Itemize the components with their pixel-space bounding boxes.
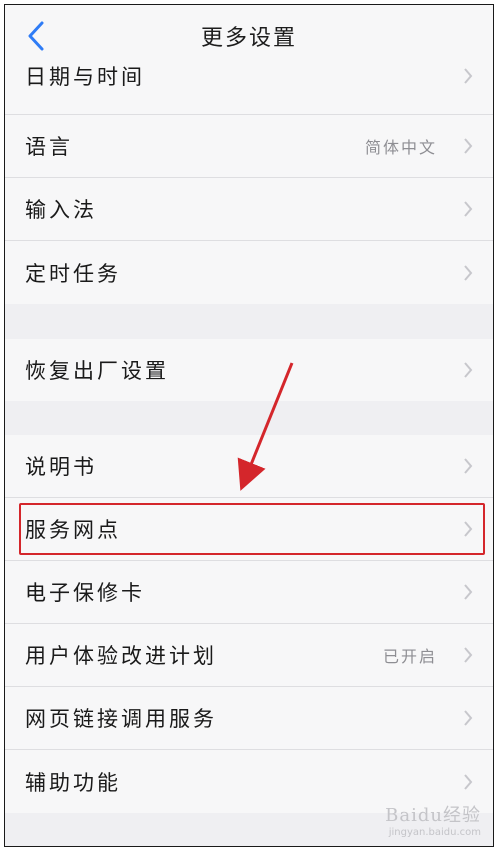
watermark-brand: Baidu经验 bbox=[385, 805, 481, 826]
screen: 更多设置 日期与时间 语言 简体中文 输入法 定时任务 恢复出厂设置 说明书 服… bbox=[4, 4, 494, 847]
list-item-input-method[interactable]: 输入法 bbox=[5, 178, 493, 241]
chevron-right-icon bbox=[464, 201, 473, 217]
list-item-label: 辅助功能 bbox=[25, 770, 121, 795]
list-item-label: 用户体验改进计划 bbox=[25, 644, 217, 668]
list-item-label: 定时任务 bbox=[25, 261, 121, 286]
list-item-label: 电子保修卡 bbox=[25, 581, 145, 605]
list-item-label: 网页链接调用服务 bbox=[25, 707, 217, 731]
section-gap bbox=[5, 401, 493, 435]
chevron-right-icon bbox=[464, 647, 473, 663]
list-item-label: 输入法 bbox=[25, 198, 97, 222]
list-item-label: 说明书 bbox=[25, 455, 97, 479]
list-item-language[interactable]: 语言 简体中文 bbox=[5, 115, 493, 178]
list-item-value: 简体中文 bbox=[364, 138, 437, 157]
list-item-label: 恢复出厂设置 bbox=[25, 359, 169, 383]
chevron-right-icon bbox=[464, 362, 473, 378]
list-item-value: 已开启 bbox=[382, 647, 437, 666]
chevron-right-icon bbox=[464, 773, 473, 790]
list-item-scheduled-tasks[interactable]: 定时任务 bbox=[5, 241, 493, 304]
chevron-right-icon bbox=[464, 138, 473, 154]
list-item-web-link-service[interactable]: 网页链接调用服务 bbox=[5, 687, 493, 750]
list-item-e-warranty-card[interactable]: 电子保修卡 bbox=[5, 561, 493, 624]
watermark: Baidu经验 jingyan.baidu.com bbox=[385, 801, 481, 838]
highlight-box bbox=[19, 503, 485, 555]
list-item-label: 日期与时间 bbox=[25, 65, 145, 90]
page-title: 更多设置 bbox=[200, 26, 297, 51]
chevron-right-icon bbox=[464, 584, 473, 600]
section-gap bbox=[5, 304, 493, 339]
chevron-right-icon bbox=[464, 68, 473, 84]
chevron-right-icon bbox=[464, 710, 473, 726]
list-item-label: 语言 bbox=[25, 135, 73, 159]
list-item-manual[interactable]: 说明书 bbox=[5, 435, 493, 498]
watermark-url: jingyan.baidu.com bbox=[388, 827, 481, 838]
list-item-factory-reset[interactable]: 恢复出厂设置 bbox=[5, 339, 493, 401]
chevron-right-icon bbox=[464, 264, 473, 281]
list-item-user-experience-program[interactable]: 用户体验改进计划 已开启 bbox=[5, 624, 493, 687]
chevron-right-icon bbox=[464, 458, 473, 474]
list-item-date-time[interactable]: 日期与时间 bbox=[5, 51, 493, 115]
